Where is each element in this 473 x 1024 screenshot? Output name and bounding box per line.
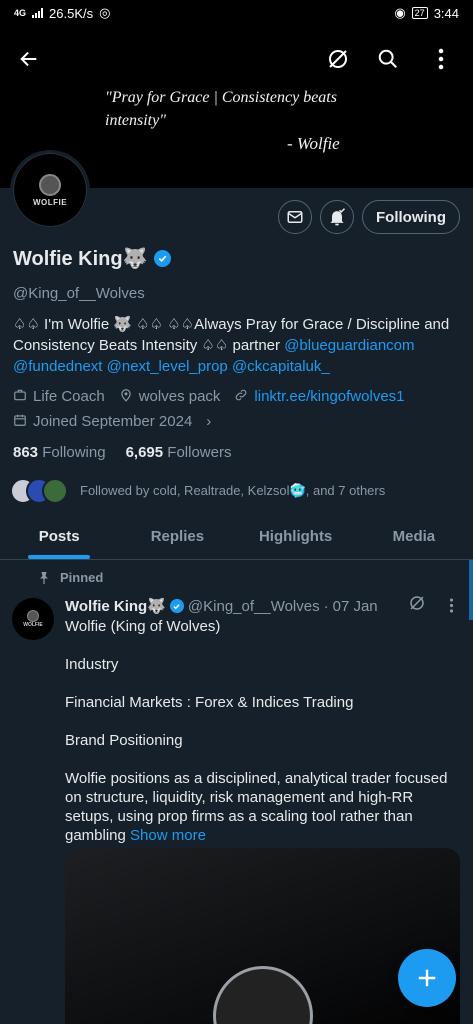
link-icon — [234, 388, 248, 405]
search-icon — [378, 49, 397, 68]
post-line: Financial Markets : Forex & Indices Trad… — [65, 694, 354, 711]
show-more-link[interactable]: Show more — [130, 827, 206, 844]
post-date: 07 Jan — [332, 597, 378, 615]
post-line: Brand Positioning — [65, 732, 183, 749]
avatar-logo-text: WOLFIE — [23, 622, 43, 628]
bio-link-fundednext[interactable]: @fundednext — [13, 358, 102, 375]
post-separator: · — [323, 597, 329, 615]
post-paragraph-text: Wolfie positions as a disciplined, analy… — [65, 770, 448, 844]
profile-tabs: Posts Replies Highlights Media — [0, 514, 473, 560]
grok-icon — [329, 50, 347, 68]
notifications-button[interactable] — [320, 200, 354, 234]
profile-avatar[interactable]: WOLFIE — [10, 150, 90, 230]
eye-icon: ◉ — [394, 5, 406, 20]
pinned-label: Pinned — [60, 570, 104, 585]
following-button[interactable]: Following — [362, 200, 460, 234]
wolf-logo-icon — [27, 610, 39, 622]
followers-label: Followers — [167, 444, 232, 461]
wolf-logo-icon — [39, 173, 61, 196]
joined-date: Joined September 2024 — [33, 413, 193, 430]
post-author-name[interactable]: Wolfie King🐺 — [65, 597, 166, 615]
network-label: 4G — [14, 8, 27, 18]
wolf-logo-icon — [213, 966, 313, 1024]
post-media-image[interactable] — [65, 848, 460, 1024]
plus-icon — [418, 969, 436, 987]
arrow-left-icon — [20, 51, 37, 67]
followed-by-text: Followed by cold, Realtrade, Kelzsol🥶, a… — [80, 483, 386, 498]
signal-icon — [32, 8, 44, 18]
compose-post-button[interactable] — [398, 949, 456, 1007]
bio-link-blueguardian[interactable]: @blueguardiancom — [284, 337, 414, 354]
profile-meta-row: Life Coach wolves pack linktr.ee/kingofw… — [13, 388, 405, 405]
avatar-logo-text: WOLFIE — [32, 197, 68, 207]
pinned-indicator: Pinned — [38, 570, 103, 585]
search-button[interactable] — [373, 44, 403, 74]
banner-author: - Wolfie — [287, 134, 340, 153]
tab-highlights[interactable]: Highlights — [237, 514, 355, 559]
tab-media[interactable]: Media — [355, 514, 473, 559]
post-last-paragraph: Wolfie positions as a disciplined, analy… — [65, 769, 460, 845]
banner-quote: "Pray for Grace | Consistency beats inte… — [105, 89, 337, 129]
post-header: Wolfie King🐺 @King_of__Wolves · 07 Jan — [65, 597, 378, 616]
following-label: Following — [42, 444, 106, 461]
profile-handle: @King_of__Wolves — [13, 285, 145, 302]
post-line: Industry — [65, 656, 119, 673]
followers-count-link[interactable]: 6,695 Followers — [126, 444, 232, 461]
following-count-link[interactable]: 863 Following — [13, 444, 106, 461]
grok-button[interactable] — [323, 44, 353, 74]
envelope-icon — [287, 211, 303, 223]
post-body[interactable]: Wolfie (King of Wolves) Industry Financi… — [65, 617, 460, 864]
back-button[interactable] — [14, 44, 44, 74]
profile-category: Life Coach — [33, 388, 105, 405]
clock: 3:44 — [433, 5, 459, 21]
profile-name-row: Wolfie King🐺 — [13, 246, 171, 271]
network-speed: 26.5K/s — [49, 5, 94, 21]
chevron-right-icon: › — [206, 413, 212, 430]
tab-posts[interactable]: Posts — [0, 514, 118, 559]
profile-name: Wolfie King🐺 — [13, 248, 148, 270]
post-grok-button[interactable] — [408, 594, 426, 617]
grok-icon — [410, 596, 424, 610]
more-vertical-icon — [438, 48, 444, 70]
whatsapp-icon: ◎ — [99, 5, 111, 20]
location-pin-icon — [119, 388, 133, 405]
post-author-avatar[interactable]: WOLFIE — [12, 598, 54, 640]
tab-replies[interactable]: Replies — [118, 514, 236, 559]
profile-location: wolves pack — [138, 388, 221, 405]
briefcase-icon — [13, 388, 27, 405]
pin-icon — [40, 571, 48, 584]
verified-badge-icon — [169, 599, 184, 613]
bio-link-next-level-prop[interactable]: @next_level_prop — [107, 358, 228, 375]
joined-row[interactable]: Joined September 2024 › — [13, 413, 211, 430]
battery-icon: 27 — [411, 7, 428, 19]
scrollbar[interactable] — [469, 560, 473, 620]
status-bar: 4G 26.5K/s ◎ ◉ 27 3:44 — [0, 0, 473, 26]
follower-avatar — [42, 478, 68, 504]
profile-bio: ♤♤ I'm Wolfie 🐺 ♤♤ ♤♤Always Pray for Gra… — [13, 314, 463, 377]
post-line: Wolfie (King of Wolves) — [65, 618, 221, 635]
calendar-icon — [13, 413, 27, 430]
post-author-handle[interactable]: @King_of__Wolves — [188, 598, 320, 615]
follow-counts: 863 Following 6,695 Followers — [13, 444, 231, 461]
message-button[interactable] — [278, 200, 312, 234]
profile-website[interactable]: linktr.ee/kingofwolves1 — [254, 388, 404, 405]
followed-by-row[interactable]: Followed by cold, Realtrade, Kelzsol🥶, a… — [10, 478, 385, 504]
following-count: 863 — [13, 444, 39, 461]
followers-count: 6,695 — [125, 444, 164, 461]
more-vertical-icon — [449, 598, 454, 613]
bell-check-icon — [330, 208, 346, 226]
bio-link-ckcapitaluk[interactable]: @ckcapitaluk_ — [232, 358, 330, 375]
post-more-button[interactable] — [449, 598, 454, 618]
verified-badge-icon — [153, 250, 171, 267]
more-options-button[interactable] — [426, 44, 456, 74]
